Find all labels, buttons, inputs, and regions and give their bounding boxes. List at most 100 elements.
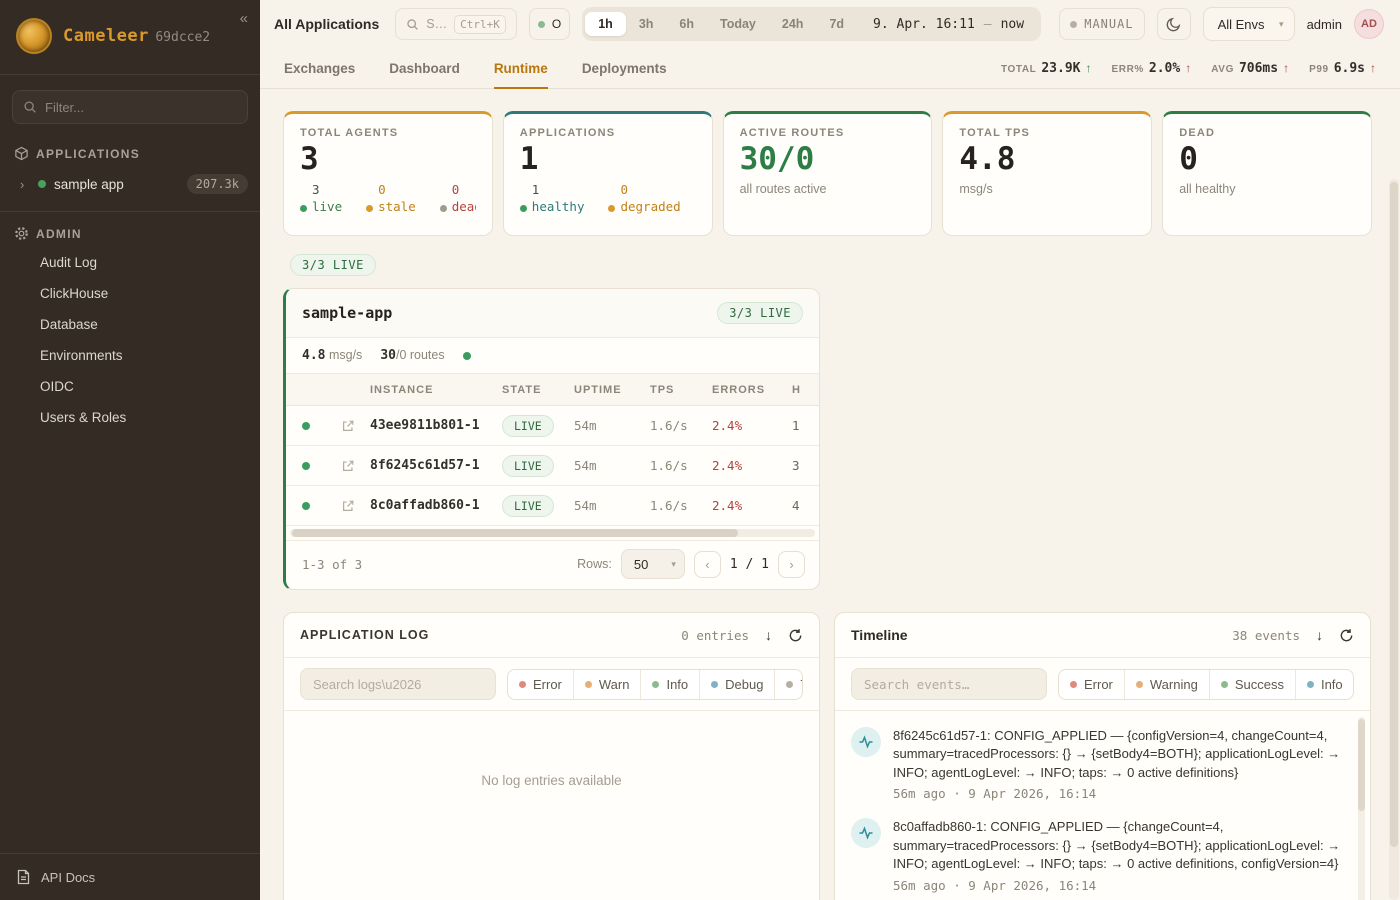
log-search-input[interactable] — [300, 668, 496, 700]
sidebar-item-environments[interactable]: Environments — [0, 340, 260, 371]
page-scrollbar[interactable] — [1389, 179, 1399, 900]
sidebar-item-database[interactable]: Database — [0, 309, 260, 340]
card-total-agents: TOTAL AGENTS 3 3live 0stale 0dead — [283, 111, 493, 236]
filter-warning[interactable]: Warning — [1124, 670, 1209, 699]
tab-exchanges[interactable]: Exchanges — [284, 48, 355, 88]
tab-deployments[interactable]: Deployments — [582, 48, 667, 88]
sidebar-collapse-icon[interactable]: « — [240, 10, 248, 27]
dark-mode-toggle[interactable] — [1157, 8, 1191, 40]
rows-per-page-select[interactable]: 50 ▾ — [621, 549, 685, 579]
time-range-7d[interactable]: 7d — [816, 12, 857, 36]
filter-success[interactable]: Success — [1209, 670, 1295, 699]
timeline-scrollbar[interactable] — [1358, 717, 1365, 900]
filter-error[interactable]: Error — [508, 670, 573, 699]
external-link-icon[interactable] — [326, 499, 370, 513]
refresh-icon[interactable] — [788, 628, 803, 643]
sub-degraded: 0degraded — [608, 182, 680, 216]
sidebar-item-sample-app[interactable]: › sample app 207.3k — [0, 167, 260, 203]
filter-error[interactable]: Error — [1059, 670, 1124, 699]
sidebar-item-users-roles[interactable]: Users & Roles — [0, 402, 260, 433]
sidebar-item-oidc[interactable]: OIDC — [0, 371, 260, 402]
external-link-icon[interactable] — [326, 419, 370, 433]
global-search-button[interactable]: S… Ctrl+K — [395, 8, 517, 40]
tabbar: Exchanges Dashboard Runtime Deployments … — [260, 48, 1400, 89]
sidebar-header: Cameleer 69dcce2 « — [0, 0, 260, 75]
log-entries-count: 0 entries — [681, 628, 749, 643]
filter-trace[interactable]: Trace — [774, 670, 803, 699]
tab-dashboard[interactable]: Dashboard — [389, 48, 460, 88]
time-range-3h[interactable]: 3h — [626, 12, 667, 36]
live-dot — [302, 502, 310, 510]
avatar[interactable]: AD — [1354, 9, 1384, 39]
env-select[interactable]: All Envs ▾ — [1203, 7, 1295, 41]
rows-label: Rows: — [577, 557, 612, 571]
time-range-today[interactable]: Today — [707, 12, 769, 36]
table-footer: 1-3 of 3 Rows: 50 ▾ ‹ 1 / 1 › — [286, 540, 819, 589]
time-range-segmented-control: 1h 3h 6h Today 24h 7d 9. Apr. 16:11 – no… — [582, 7, 1041, 41]
table-row[interactable]: 8f6245c61d57-1 LIVE 54m 1.6/s 2.4% 3 — [286, 446, 819, 486]
timeline-events: 8f6245c61d57-1: CONFIG_APPLIED — {config… — [835, 711, 1370, 900]
sidebar: Cameleer 69dcce2 « APPLICATIONS › sample… — [0, 0, 260, 900]
prev-page-button[interactable]: ‹ — [694, 551, 721, 578]
scrollbar-thumb[interactable] — [292, 529, 738, 537]
live-dot — [302, 462, 310, 470]
moon-icon — [1166, 16, 1182, 32]
timeline-event[interactable]: 8f6245c61d57-1: CONFIG_APPLIED — {config… — [851, 727, 1348, 801]
scrollbar-thumb[interactable] — [1358, 719, 1365, 811]
time-range-6h[interactable]: 6h — [666, 12, 707, 36]
manual-refresh-button[interactable]: MANUAL — [1059, 8, 1144, 40]
sidebar-item-audit-log[interactable]: Audit Log — [0, 247, 260, 278]
table-row[interactable]: 43ee9811b801-1 LIVE 54m 1.6/s 2.4% 1 — [286, 406, 819, 446]
sub-stale: 0stale — [366, 182, 416, 216]
cameleer-logo — [16, 18, 52, 54]
kpi-total: TOTAL 23.9K ↑ — [1001, 61, 1092, 76]
sidebar-filter[interactable] — [12, 90, 248, 124]
app-live-badge: 3/3 LIVE — [717, 302, 803, 324]
cube-icon — [14, 146, 29, 161]
content: TOTAL AGENTS 3 3live 0stale 0dead APPLIC… — [260, 89, 1400, 900]
state-badge: LIVE — [502, 495, 554, 517]
external-link-icon[interactable] — [326, 459, 370, 473]
expand-chevron-icon[interactable]: › — [20, 177, 30, 192]
pulse-icon — [851, 818, 881, 848]
admin-section-header: ADMIN — [0, 214, 260, 247]
sidebar-item-clickhouse[interactable]: ClickHouse — [0, 278, 260, 309]
sidebar-item-api-docs[interactable]: API Docs — [0, 853, 260, 900]
date-range-display[interactable]: 9. Apr. 16:11 – now — [857, 17, 1038, 32]
time-range-1h[interactable]: 1h — [585, 12, 626, 36]
log-empty-state: No log entries available — [284, 711, 819, 788]
log-panel-title: APPLICATION LOG — [300, 628, 429, 642]
next-page-button[interactable]: › — [778, 551, 805, 578]
online-status-button[interactable]: O — [529, 8, 570, 40]
sub-live: 3live — [300, 182, 342, 216]
range-from: 9. Apr. 16:11 — [873, 17, 975, 32]
horizontal-scrollbar[interactable] — [290, 529, 815, 537]
timeline-events-count: 38 events — [1232, 628, 1300, 643]
timeline-title: Timeline — [851, 627, 908, 643]
filter-info[interactable]: Info — [1295, 670, 1354, 699]
time-range-24h[interactable]: 24h — [769, 12, 817, 36]
refresh-icon[interactable] — [1339, 628, 1354, 643]
user-name: admin — [1307, 17, 1342, 32]
page-title: All Applications — [274, 16, 379, 32]
sidebar-filter-input[interactable] — [45, 100, 237, 115]
tab-runtime[interactable]: Runtime — [494, 48, 548, 88]
app-name: sample-app — [302, 304, 392, 322]
timeline-search-input[interactable] — [851, 668, 1047, 700]
sub-dead: 0dead — [440, 182, 476, 216]
table-row[interactable]: 8c0affadb860-1 LIVE 54m 1.6/s 2.4% 4 — [286, 486, 819, 526]
topbar: All Applications S… Ctrl+K O 1h 3h 6h To… — [260, 0, 1400, 48]
card-active-routes: ACTIVE ROUTES 30/0 all routes active — [723, 111, 933, 236]
scroll-to-bottom-icon[interactable]: ↓ — [765, 627, 772, 643]
instance-table-header: INSTANCE STATE UPTIME TPS ERRORS H — [286, 374, 819, 406]
kpi-p99: P99 6.9s ↑ — [1309, 61, 1376, 76]
scrollbar-thumb[interactable] — [1390, 182, 1398, 847]
env-select-value: All Envs — [1218, 17, 1265, 32]
pulse-icon — [851, 727, 881, 757]
trend-up-icon: ↑ — [1185, 61, 1191, 75]
timeline-event[interactable]: 8c0affadb860-1: CONFIG_APPLIED — {change… — [851, 818, 1348, 892]
filter-warn[interactable]: Warn — [573, 670, 641, 699]
scroll-to-bottom-icon[interactable]: ↓ — [1316, 627, 1323, 643]
filter-debug[interactable]: Debug — [699, 670, 774, 699]
filter-info[interactable]: Info — [640, 670, 699, 699]
